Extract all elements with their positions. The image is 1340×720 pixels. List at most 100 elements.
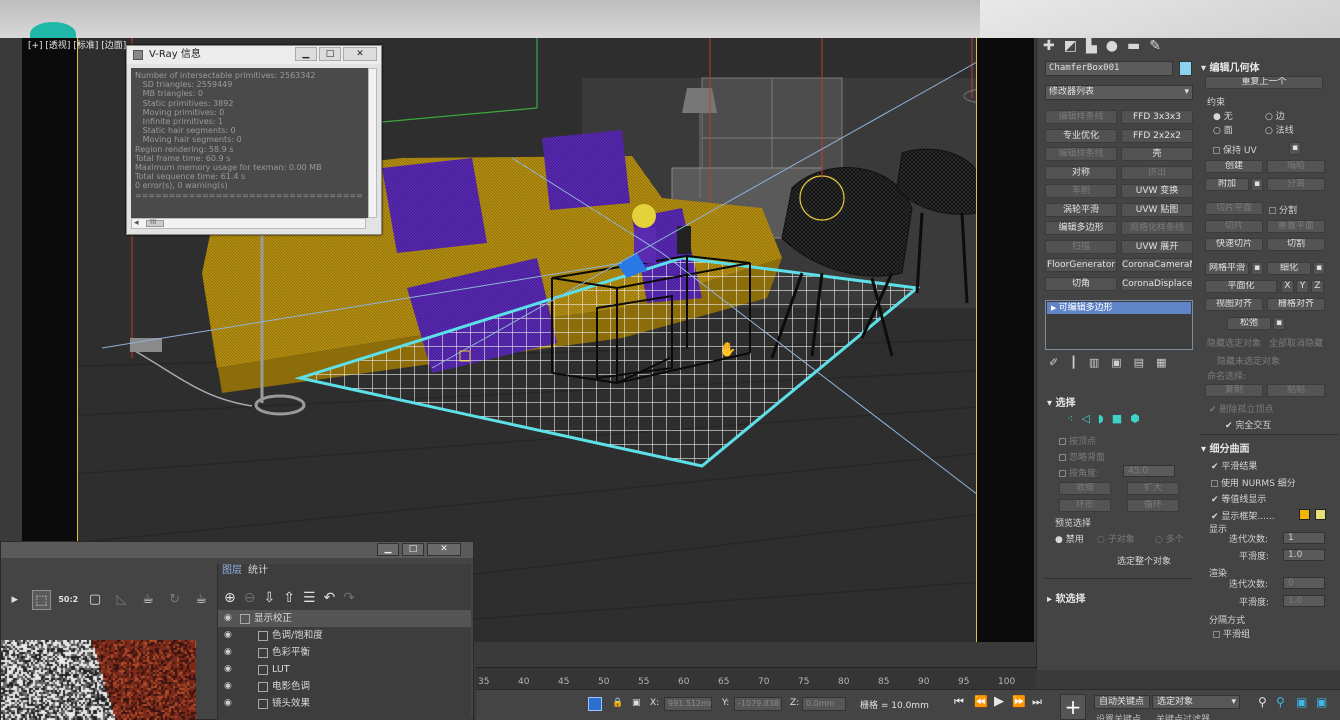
refresh-icon[interactable]: ↻ [165,590,185,610]
stack-tool-icon[interactable]: ▥ [1089,356,1099,370]
modifier-button[interactable]: 涡轮平滑 [1045,202,1117,217]
modifier-button[interactable]: 编辑样条线 [1045,147,1117,161]
create-button[interactable]: 创建 [1205,160,1263,173]
render-smoothness-spinner[interactable]: 1.0 [1283,595,1325,607]
loop-button[interactable]: 循环 [1127,499,1179,512]
utilities-tab-icon[interactable]: ✎ [1149,38,1161,56]
layer-tab[interactable]: 统计 [248,564,268,578]
go-to-start-icon[interactable]: ⏮ [954,695,964,709]
layer-row[interactable]: ◉ 色彩平衡 [218,644,471,661]
set-key-plus-icon[interactable]: + [1060,694,1086,720]
timeline-track[interactable]: 35 40 45 50 55 60 65 70 75 80 85 90 95 100 [476,667,1036,689]
cage-color-swatch[interactable] [1299,509,1310,520]
repeat-last-button[interactable]: 重复上一个 [1205,76,1323,89]
by-angle-checkbox[interactable]: 按角度: [1059,466,1099,479]
edge-mode-icon[interactable]: ◁ [1081,412,1089,425]
by-vertex-checkbox[interactable]: 按顶点 [1059,434,1096,447]
hide-selected-button[interactable]: 隐藏选定对象 [1207,336,1261,349]
vfb-title-bar[interactable]: ▁ □ ✕ [1,542,473,558]
object-name-field[interactable]: ChamferBox001 [1045,61,1173,76]
z-coordinate-field[interactable]: 0.0mm [802,697,846,711]
grow-button[interactable]: 扩大 [1127,482,1179,495]
modifier-button[interactable]: FFD 3x3x3 [1121,110,1193,124]
planar-z-button[interactable]: Z [1311,280,1324,293]
layer-visibility-icon[interactable]: ◉ [224,644,232,661]
copy-button[interactable]: 复制 [1205,384,1263,397]
display-tab-icon[interactable]: ▬ [1127,38,1140,56]
subdivision-rollout-header[interactable]: ▾ 细分曲面 [1201,440,1250,455]
auto-key-button[interactable]: 自动关键点 [1094,695,1150,709]
teapot-icon[interactable]: ☕ [191,590,211,610]
stack-item-editable-poly[interactable]: ▶ 可编辑多边形 [1047,302,1191,314]
stack-tool-icon[interactable]: ▤ [1134,356,1144,370]
stack-tool-icon[interactable]: ┃ [1070,356,1077,370]
relax-button[interactable]: 松弛 [1227,317,1271,330]
layer-visibility-icon[interactable]: ◉ [224,661,232,678]
quick-slice-button[interactable]: 快速切片 [1205,238,1263,251]
vray-close-button[interactable]: ✕ [343,47,377,61]
vray-maximize-button[interactable]: □ [319,47,341,61]
layer-tab[interactable]: 图层 [222,564,242,578]
isoline-display-checkbox[interactable]: ✔ 等值线显示 [1211,492,1266,505]
shrink-button[interactable]: 收缩 [1059,482,1111,495]
zoom-icon[interactable]: ⚲ [1258,695,1267,709]
vray-frame-buffer[interactable]: ▁ □ ✕ ▸ ⬚ 50:2 ▢ ◺ ☕ ↻ ☕ 图层 统计 ⊕ ⊖ ⇩ ⇧ ☰ … [0,541,474,720]
smoothing-groups-checkbox[interactable]: 平滑组 [1213,627,1250,640]
previous-frame-icon[interactable]: ⏪ [974,695,988,708]
modifier-list-dropdown[interactable]: 修改器列表 ▾ [1045,85,1193,100]
layer-row[interactable]: ◉ 电影色调 [218,678,471,695]
modifier-button[interactable]: CoronaDisplacement [1121,276,1193,291]
delete-isolated-checkbox[interactable]: ✔ 删除孤立顶点 [1209,402,1273,415]
object-color-swatch[interactable] [1179,61,1192,76]
cut-button[interactable]: 切割 [1267,238,1325,251]
vray-horizontal-scrollbar[interactable]: ◂ III [131,218,366,229]
remove-layer-icon[interactable]: ⊖ [244,588,256,610]
vfb-scroll-icon[interactable]: ▸ [5,590,25,610]
set-key-button[interactable]: 设置关键点 [1096,712,1141,720]
smoothness-spinner[interactable]: 1.0 [1283,549,1325,561]
make-planar-button[interactable]: 平面化 [1205,280,1277,293]
ignore-backfacing-checkbox[interactable]: 忽略背面 [1059,450,1105,463]
vray-info-window[interactable]: V-Ray 信息 ▁ □ ✕ Number of intersectable p… [126,45,382,235]
ring-button[interactable]: 环形 [1059,499,1111,512]
modifier-button[interactable]: 规格化样条线 [1121,221,1193,235]
modifier-button[interactable]: UVW 贴图 [1121,202,1193,217]
preview-subobject-radio[interactable]: ○ 子对象 [1097,532,1135,545]
teapot-render-icon[interactable]: ☕ [138,590,158,610]
vray-vertical-scrollbar[interactable] [368,68,377,218]
render-preview-image[interactable] [1,640,196,720]
go-to-end-icon[interactable]: ⏭ [1032,695,1042,709]
show-cage-checkbox[interactable]: ✔ 显示框架...... [1211,509,1275,522]
key-filters-button[interactable]: 关键点过滤器... [1156,712,1219,720]
collapse-button[interactable]: 塌陷 [1267,160,1325,173]
stack-tool-icon[interactable]: ▣ [1111,356,1121,370]
hierarchy-tab-icon[interactable]: ▙ [1086,38,1097,56]
modifier-stack[interactable]: ▶ 可编辑多边形 [1045,300,1193,350]
selection-rollout-header[interactable]: ▾ 选择 [1047,394,1076,409]
modifier-button[interactable]: 车削 [1045,184,1117,198]
slice-plane-button[interactable]: 切片平面 [1205,202,1263,215]
modifier-button[interactable]: CoronaCameraMod [1121,258,1193,272]
modifier-button[interactable]: FFD 2x2x2 [1121,128,1193,143]
msmooth-button[interactable]: 网格平滑 [1205,262,1249,275]
attach-settings-icon[interactable]: ▪ [1251,178,1263,191]
preserve-uv-checkbox[interactable]: 保持 UV [1213,143,1257,156]
save-layers-icon[interactable]: ⇩ [263,588,275,610]
slice-button[interactable]: 切片 [1205,220,1263,233]
edit-geometry-rollout-header[interactable]: ▾ 编辑几何体 [1201,59,1260,74]
stack-tool-icon[interactable]: ▦ [1156,356,1166,370]
layer-row[interactable]: ◉ 镜头效果 [218,695,471,712]
vfb-close-button[interactable]: ✕ [427,543,461,556]
layer-row[interactable]: ◉ LUT [218,661,471,678]
load-layers-icon[interactable]: ⇧ [283,588,295,610]
stack-tool-icon[interactable]: ✐ [1049,356,1058,370]
x-coordinate-field[interactable]: 991.512mm [664,697,712,711]
modifier-button[interactable]: 对称 [1045,165,1117,180]
undo-icon[interactable]: ↶ [324,588,336,610]
layer-visibility-icon[interactable]: ◉ [224,627,232,644]
unhide-all-button[interactable]: 全部取消隐藏 [1269,336,1323,349]
constraint-edge-radio[interactable]: ○ 边 [1265,109,1285,122]
redo-icon[interactable]: ↷ [343,588,355,610]
modifier-button[interactable]: FloorGenerator [1045,258,1117,272]
modifier-button[interactable]: 壳 [1121,147,1193,161]
